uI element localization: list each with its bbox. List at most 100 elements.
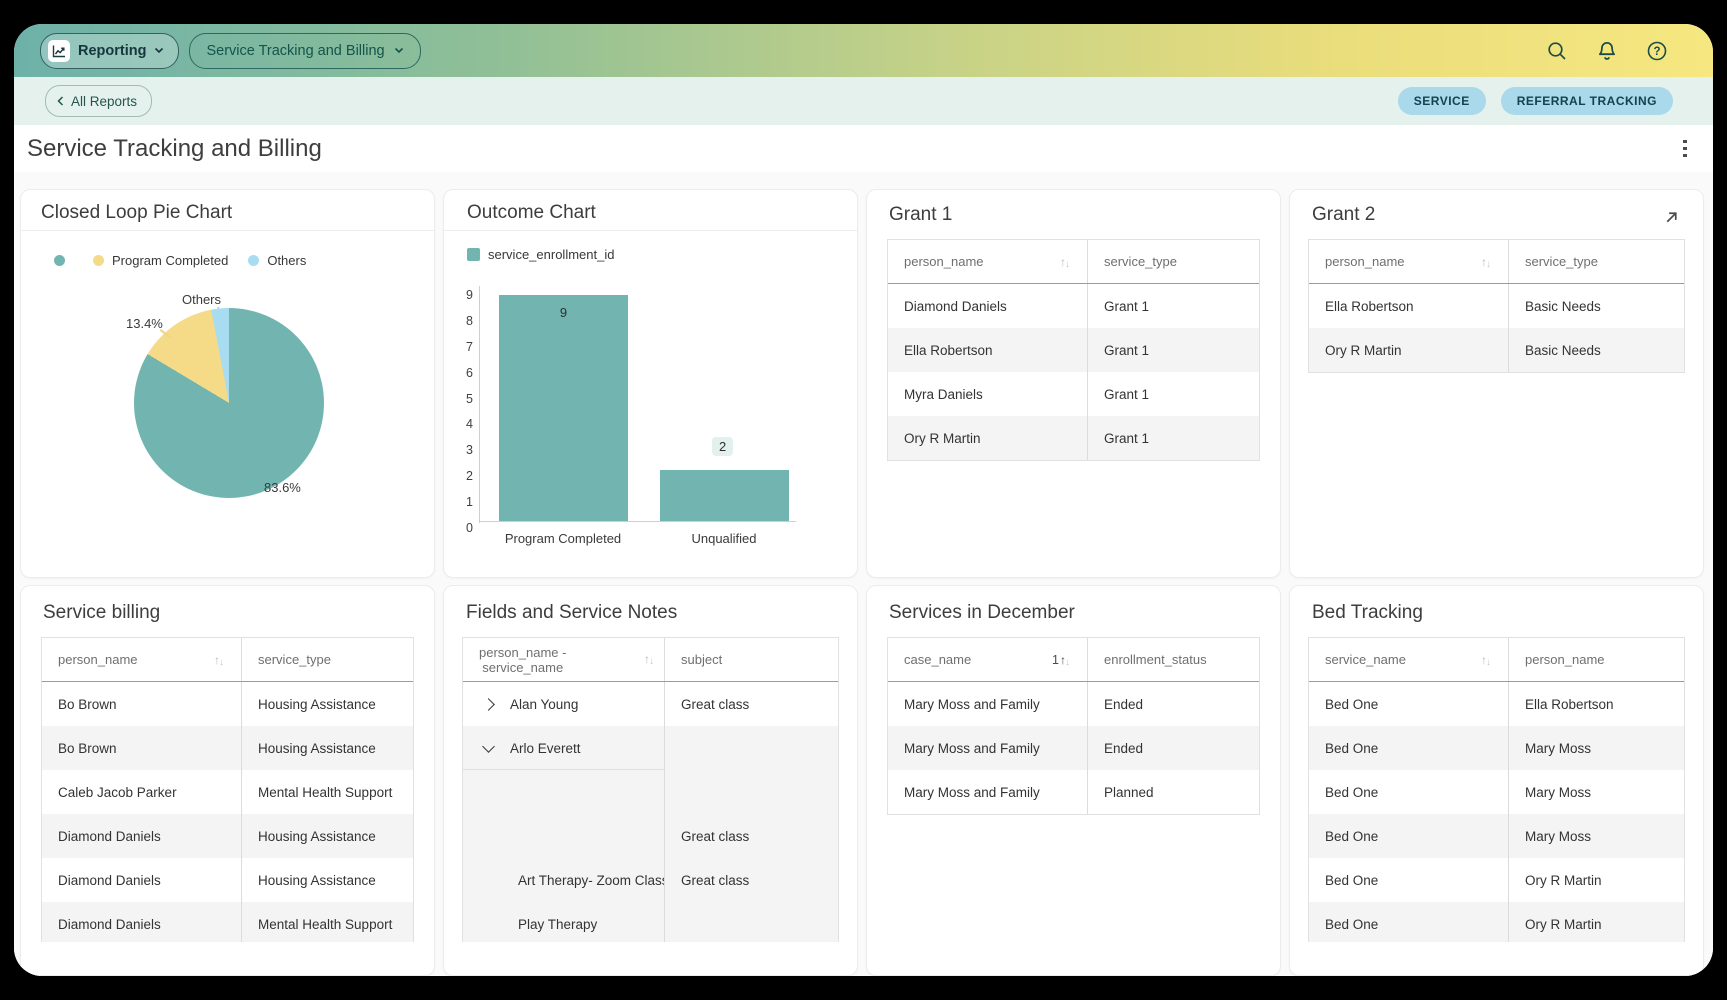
table-row[interactable]: Bed OneElla Robertson: [1309, 682, 1684, 726]
legend-square-teal: [467, 248, 480, 261]
legend-dot-teal: [54, 255, 65, 266]
table-cell: Ella Robertson: [1509, 682, 1684, 726]
bar-value-label: 2: [712, 439, 733, 454]
table-cell: Ory R Martin: [1309, 328, 1509, 372]
bar-program-completed[interactable]: [499, 295, 628, 521]
table-row[interactable]: Caleb Jacob ParkerMental Health Support: [42, 770, 413, 814]
table-cell: Myra Daniels: [888, 372, 1088, 416]
table-row[interactable]: Diamond DanielsMental Health Support: [42, 902, 413, 942]
report-name-label: Service Tracking and Billing: [206, 43, 384, 59]
sort-icon[interactable]: ↑↓: [644, 651, 655, 665]
sort-icon[interactable]: 1↑↓: [1052, 653, 1071, 667]
open-report-icon[interactable]: [1663, 209, 1681, 227]
reporting-menu-button[interactable]: Reporting: [40, 33, 179, 69]
expand-icon[interactable]: [482, 698, 495, 711]
column-header-enrollment_status[interactable]: enrollment_status: [1088, 638, 1259, 681]
column-header-label: person_name: [1325, 254, 1405, 269]
sort-icon[interactable]: ↑↓: [1481, 255, 1492, 269]
top-navigation-bar: Reporting Service Tracking and Billing: [14, 24, 1713, 77]
screenshot-frame: Reporting Service Tracking and Billing: [0, 0, 1727, 1000]
column-header-label: person_name: [58, 652, 138, 667]
legend-dot-yellow: [93, 255, 104, 266]
table-subrow[interactable]: Great class: [463, 814, 838, 858]
column-header-service_type[interactable]: service_type: [242, 638, 413, 681]
card-title: Service billing: [43, 602, 412, 624]
column-header-label: enrollment_status: [1104, 652, 1207, 667]
table-row[interactable]: Arlo Everett: [463, 726, 838, 770]
table-subrow[interactable]: Art Therapy- Zoom Class Great class: [463, 858, 838, 902]
table-cell: Caleb Jacob Parker: [42, 770, 242, 814]
pie-chart[interactable]: [134, 308, 324, 498]
help-icon[interactable]: ?: [1645, 39, 1669, 63]
table-row[interactable]: Alan Young Great class: [463, 682, 838, 726]
report-picker-button[interactable]: Service Tracking and Billing: [189, 33, 420, 69]
table-row[interactable]: Diamond DanielsHousing Assistance: [42, 858, 413, 902]
table-cell: Bo Brown: [42, 726, 242, 770]
all-reports-back-button[interactable]: All Reports: [45, 85, 152, 117]
table-cell: Mary Moss and Family: [888, 770, 1088, 814]
table-row[interactable]: Diamond DanielsHousing Assistance: [42, 814, 413, 858]
table-row[interactable]: Bed OneOry R Martin: [1309, 902, 1684, 942]
column-header-service_type[interactable]: service_type: [1088, 240, 1259, 283]
svg-text:?: ?: [1653, 46, 1660, 58]
table-subrow[interactable]: Play Therapy: [463, 902, 838, 942]
table-row[interactable]: Ella RobertsonGrant 1: [888, 328, 1259, 372]
x-axis-label: Program Completed: [483, 531, 643, 546]
column-header-service_name[interactable]: service_name↑↓: [1309, 638, 1509, 681]
table-row[interactable]: Bed OneOry R Martin: [1309, 858, 1684, 902]
card-title: Bed Tracking: [1312, 602, 1681, 624]
legend-item[interactable]: [54, 255, 73, 266]
table-cell: Bed One: [1309, 682, 1509, 726]
table-row[interactable]: Bo BrownHousing Assistance: [42, 682, 413, 726]
table-row[interactable]: Ory R MartinBasic Needs: [1309, 328, 1684, 372]
kebab-menu-icon[interactable]: [1671, 135, 1699, 163]
bar-value-label: 9: [499, 305, 628, 320]
table-cell: Housing Assistance: [242, 682, 413, 726]
tag-referral-tracking[interactable]: REFERRAL TRACKING: [1501, 87, 1673, 115]
table-cell: Mental Health Support: [242, 902, 413, 942]
legend-item[interactable]: Program Completed: [93, 253, 228, 268]
legend-item[interactable]: service_enrollment_id: [467, 247, 614, 262]
table-cell: Mary Moss: [1509, 726, 1684, 770]
table-row[interactable]: Mary Moss and FamilyEnded: [888, 726, 1259, 770]
column-header-person_name[interactable]: person_name: [1509, 638, 1684, 681]
table-cell: Grant 1: [1088, 328, 1259, 372]
service-billing-table: person_name↑↓service_typeBo BrownHousing…: [41, 637, 414, 942]
table-row[interactable]: Diamond DanielsGrant 1: [888, 284, 1259, 328]
table-header-row: person_name ↑↓ service_type: [888, 240, 1259, 284]
column-header-service_type[interactable]: service_type: [1509, 240, 1684, 283]
column-header-person_name[interactable]: person_name ↑↓: [42, 638, 242, 681]
column-header-label: person_name: [904, 254, 984, 269]
bell-icon[interactable]: [1595, 39, 1619, 63]
sort-icon[interactable]: ↑↓: [214, 653, 225, 667]
table-row[interactable]: Mary Moss and FamilyEnded: [888, 682, 1259, 726]
column-header-person-service[interactable]: person_name -service_name ↑↓: [463, 638, 665, 681]
table-row[interactable]: Ory R MartinGrant 1: [888, 416, 1259, 460]
sort-icon[interactable]: ↑↓: [1060, 255, 1071, 269]
x-axis-line: [479, 521, 796, 522]
column-header-subject[interactable]: subject: [665, 638, 838, 681]
card-fields-and-service-notes: Fields and Service Notes person_name -se…: [443, 585, 858, 976]
search-icon[interactable]: [1545, 39, 1569, 63]
tag-service[interactable]: SERVICE: [1398, 87, 1486, 115]
table-row[interactable]: Ella RobertsonBasic Needs: [1309, 284, 1684, 328]
bar-unqualified[interactable]: [660, 470, 789, 521]
column-header-case_name[interactable]: case_name1↑↓: [888, 638, 1088, 681]
card-closed-loop-pie-chart: Closed Loop Pie Chart Program Completed …: [20, 189, 435, 578]
table-row[interactable]: Bo BrownHousing Assistance: [42, 726, 413, 770]
column-header-person_name[interactable]: person_name ↑↓: [888, 240, 1088, 283]
table-row[interactable]: Bed OneMary Moss: [1309, 770, 1684, 814]
table-cell: Ella Robertson: [1309, 284, 1509, 328]
table-cell: Mary Moss: [1509, 814, 1684, 858]
table-row[interactable]: Bed OneMary Moss: [1309, 726, 1684, 770]
table-subrow[interactable]: [463, 770, 838, 814]
legend-item[interactable]: Others: [248, 253, 306, 268]
sort-icon[interactable]: ↑↓: [1481, 653, 1492, 667]
bed-tracking-table: service_name↑↓person_nameBed OneElla Rob…: [1308, 637, 1685, 942]
table-row[interactable]: Mary Moss and FamilyPlanned: [888, 770, 1259, 814]
table-row[interactable]: Bed OneMary Moss: [1309, 814, 1684, 858]
table-row[interactable]: Myra DanielsGrant 1: [888, 372, 1259, 416]
collapse-icon[interactable]: [482, 740, 495, 753]
dashboard-grid: Closed Loop Pie Chart Program Completed …: [14, 172, 1713, 976]
column-header-person_name[interactable]: person_name ↑↓: [1309, 240, 1509, 283]
